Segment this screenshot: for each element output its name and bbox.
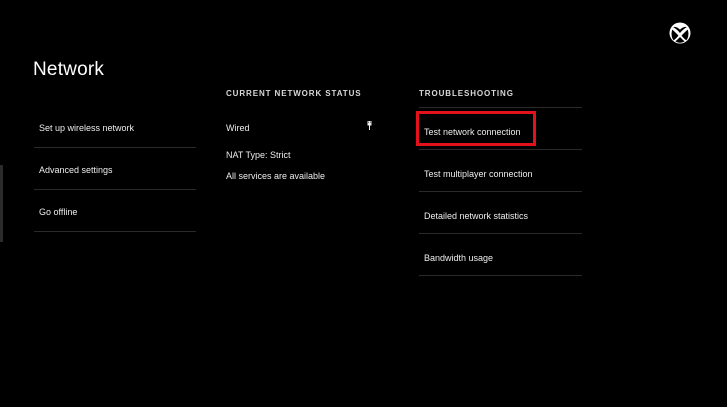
highlight-annotation-box [416,111,536,146]
menu-item-label: Detailed network statistics [424,211,529,221]
menu-item-label: Set up wireless network [39,123,135,133]
menu-item-label: Bandwidth usage [424,253,494,263]
bandwidth-usage-item[interactable]: Bandwidth usage [419,234,582,276]
menu-item-label: Advanced settings [39,165,113,175]
ethernet-plug-icon [367,121,372,130]
network-menu: Set up wireless network Advanced setting… [34,106,196,232]
test-multiplayer-connection-item[interactable]: Test multiplayer connection [419,150,582,192]
nat-type-text: NAT Type: Strict [226,150,291,160]
services-status-text: All services are available [226,171,326,181]
troubleshooting-section-header: TROUBLESHOOTING [419,89,514,98]
status-section-header: CURRENT NETWORK STATUS [226,89,362,98]
connection-type-text: Wired [226,123,250,133]
network-settings-screen: Network Set up wireless network Advanced… [0,0,727,407]
xbox-logo-icon [669,22,691,44]
detailed-network-statistics-item[interactable]: Detailed network statistics [419,192,582,234]
menu-item-label: Test multiplayer connection [424,169,533,179]
page-title: Network [33,59,105,80]
scroll-indicator [0,165,3,242]
network-status-panel: CURRENT NETWORK STATUS Wired NAT Type: S… [226,89,384,181]
setup-wireless-network-item[interactable]: Set up wireless network [34,106,196,148]
advanced-settings-item[interactable]: Advanced settings [34,148,196,190]
go-offline-item[interactable]: Go offline [34,190,196,232]
menu-item-label: Go offline [39,207,78,217]
